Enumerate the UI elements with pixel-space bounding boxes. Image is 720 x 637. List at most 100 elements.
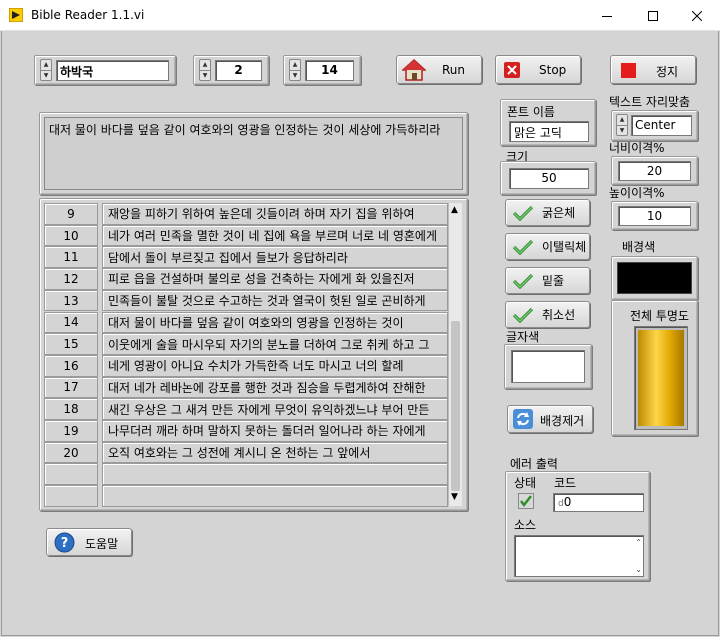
- close-button[interactable]: [674, 0, 720, 31]
- chapter-selector[interactable]: ▲ ▼ 2: [193, 55, 269, 85]
- font-name-field[interactable]: 맑은 고딕: [509, 121, 589, 142]
- verse-text-cell[interactable]: [102, 463, 448, 486]
- underline-toggle[interactable]: 밑줄: [505, 267, 590, 294]
- book-field[interactable]: 하박국: [56, 60, 169, 81]
- run-button[interactable]: Run: [396, 55, 482, 84]
- check-icon: [512, 239, 534, 255]
- remove-background-label: 배경제거: [540, 414, 585, 428]
- verse-text-cell[interactable]: 민족들이 불탈 것으로 수고하는 것과 열국이 헛된 일로 곤비하게: [102, 289, 448, 312]
- size-frame: 50: [500, 161, 596, 195]
- down-arrow-icon[interactable]: ▼: [290, 70, 300, 81]
- verse-text-cell[interactable]: 대저 네가 레바논에 강포를 행한 것과 짐승을 두렵게하여 잔해한: [102, 376, 448, 399]
- transparency-slider-frame[interactable]: 전체 투명도: [611, 300, 698, 436]
- chapter-spinner[interactable]: ▲ ▼: [199, 59, 211, 81]
- verse-field[interactable]: 14: [305, 60, 354, 81]
- verse-text-cell[interactable]: 나무더러 깨라 하며 말하지 못하는 돌더러 일어나라 하는 자에게: [102, 420, 448, 442]
- home-icon: [402, 59, 426, 81]
- verse-table-scrollbar[interactable]: ▲ ▼: [448, 203, 462, 506]
- verse-number-cell[interactable]: 12: [44, 268, 98, 290]
- italic-toggle-label: 이탤릭체: [542, 240, 587, 254]
- verse-text-cell[interactable]: 새긴 우상은 그 새겨 만든 자에게 무엇이 유익하겠느냐 부어 만든: [102, 398, 448, 420]
- scroll-thumb[interactable]: [451, 321, 460, 491]
- verse-text-cell[interactable]: 담에서 돌이 부르짖고 집에서 들보가 응답하리라: [102, 246, 448, 269]
- background-color-frame[interactable]: [611, 256, 698, 300]
- book-selector[interactable]: ▲ ▼ 하박국: [34, 55, 176, 85]
- transparency-fill: [638, 330, 684, 426]
- verse-text-cell[interactable]: 재앙을 피하기 위하여 높은데 깃들이려 하며 자기 집을 위하여: [102, 203, 448, 225]
- text-color-swatch[interactable]: [511, 350, 585, 383]
- chapter-field[interactable]: 2: [215, 60, 262, 81]
- down-arrow-icon[interactable]: ▼: [617, 125, 627, 136]
- verse-number-cell[interactable]: 18: [44, 398, 98, 420]
- background-color-label: 배경색: [622, 240, 656, 254]
- error-out-cluster: 상태 코드 d0 소스 ⌃ ⌄: [505, 471, 650, 581]
- verse-number-cell[interactable]: [44, 485, 98, 507]
- verse-number-cell[interactable]: 14: [44, 311, 98, 334]
- down-arrow-icon[interactable]: ▼: [41, 70, 51, 81]
- verse-text-cell[interactable]: 네게 영광이 아니요 수치가 가득한즉 너도 마시고 너의 할례: [102, 354, 448, 377]
- size-field[interactable]: 50: [509, 168, 589, 189]
- source-scroll-down-icon[interactable]: ⌄: [635, 565, 642, 574]
- width-spacing-frame: 20: [611, 156, 698, 185]
- source-scroll-up-icon[interactable]: ⌃: [635, 538, 642, 547]
- close-icon: [692, 10, 702, 21]
- halt-label: 정지: [656, 65, 679, 79]
- verse-text-cell[interactable]: [102, 485, 448, 507]
- verse-text-cell[interactable]: 대저 물이 바다를 덮음 같이 여호와의 영광을 인정하는 것이: [102, 311, 448, 334]
- up-arrow-icon[interactable]: ▲: [200, 60, 210, 70]
- bold-toggle[interactable]: 굵은체: [505, 199, 590, 226]
- source-field[interactable]: ⌃ ⌄: [514, 535, 644, 577]
- strikeout-toggle[interactable]: 취소선: [505, 301, 590, 328]
- verse-number-cell[interactable]: 10: [44, 224, 98, 247]
- halt-button[interactable]: 정지: [610, 55, 696, 84]
- verse-number-cell[interactable]: 9: [44, 203, 98, 225]
- text-color-frame[interactable]: [504, 344, 592, 389]
- stop-button[interactable]: Stop: [495, 55, 581, 84]
- align-spinner[interactable]: ▲ ▼: [616, 114, 628, 136]
- verse-number-cell[interactable]: [44, 463, 98, 486]
- width-spacing-field[interactable]: 20: [618, 161, 691, 181]
- title-bar: Bible Reader 1.1.vi: [0, 0, 720, 31]
- code-value: 0: [563, 495, 572, 509]
- height-spacing-field[interactable]: 10: [618, 206, 691, 226]
- scroll-up-icon[interactable]: ▲: [451, 205, 458, 215]
- verse-spinner[interactable]: ▲ ▼: [289, 59, 301, 81]
- verse-number-cell[interactable]: 11: [44, 246, 98, 269]
- verse-number-cell[interactable]: 13: [44, 289, 98, 312]
- window-title: Bible Reader 1.1.vi: [31, 8, 145, 22]
- verse-number-cell[interactable]: 19: [44, 420, 98, 442]
- labview-vi-icon: [9, 8, 23, 22]
- italic-toggle[interactable]: 이탤릭체: [505, 233, 590, 260]
- verse-text-cell[interactable]: 이웃에게 술을 마시우되 자기의 분노를 더하여 그로 취케 하고 그: [102, 333, 448, 355]
- remove-background-button[interactable]: 배경제거: [507, 405, 593, 433]
- up-arrow-icon[interactable]: ▲: [290, 60, 300, 70]
- check-icon: [512, 273, 534, 289]
- verse-number-cell[interactable]: 16: [44, 354, 98, 377]
- check-icon: [512, 307, 534, 323]
- minimize-button[interactable]: [584, 0, 630, 31]
- down-arrow-icon[interactable]: ▼: [200, 70, 210, 81]
- up-arrow-icon[interactable]: ▲: [41, 60, 51, 70]
- verse-number-cell[interactable]: 20: [44, 441, 98, 464]
- font-name-group: 폰트 이름 맑은 고딕: [500, 99, 596, 146]
- help-button[interactable]: ? 도움말: [46, 528, 132, 556]
- text-align-field[interactable]: Center: [631, 115, 692, 136]
- verse-number-cell[interactable]: 17: [44, 376, 98, 399]
- text-align-selector[interactable]: ▲ ▼ Center: [611, 110, 698, 141]
- up-arrow-icon[interactable]: ▲: [617, 115, 627, 125]
- verse-selector[interactable]: ▲ ▼ 14: [283, 55, 361, 85]
- verse-text-cell[interactable]: 오직 여호와는 그 성전에 계시니 온 천하는 그 앞에서: [102, 441, 448, 464]
- background-color-swatch[interactable]: [617, 262, 692, 294]
- maximize-icon: [648, 10, 658, 21]
- run-label: Run: [442, 63, 466, 77]
- verse-text-cell[interactable]: 피로 읍을 건설하며 불의로 성을 건축하는 자에게 화 있을진저: [102, 268, 448, 290]
- verse-text-cell[interactable]: 네가 여러 민족을 멸한 것이 네 집에 욕을 부르며 너로 네 영혼에게: [102, 224, 448, 247]
- book-spinner[interactable]: ▲ ▼: [40, 59, 52, 81]
- scroll-down-icon[interactable]: ▼: [451, 492, 458, 502]
- transparency-track[interactable]: [634, 326, 688, 430]
- bold-toggle-label: 굵은체: [542, 206, 576, 220]
- maximize-button[interactable]: [630, 0, 676, 31]
- verse-display: 대저 물이 바다를 덮음 같이 여호와의 영광을 인정하는 것이 세상에 가득하…: [44, 117, 463, 190]
- verse-table: 9 재앙을 피하기 위하여 높은데 깃들이려 하며 자기 집을 위하여 10 네가 여…: [44, 203, 464, 508]
- verse-number-cell[interactable]: 15: [44, 333, 98, 355]
